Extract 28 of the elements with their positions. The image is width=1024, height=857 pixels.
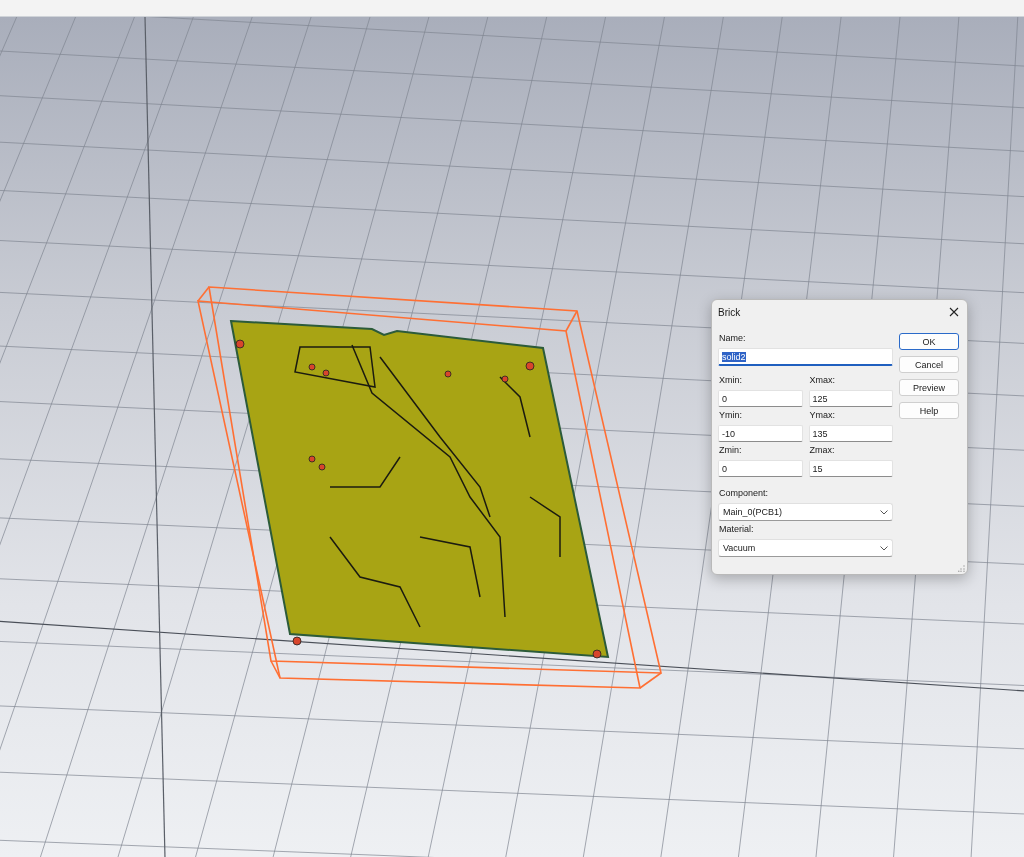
input-field[interactable]: 15 <box>808 460 893 477</box>
input-field[interactable]: -10 <box>718 425 803 442</box>
close-icon <box>949 307 959 317</box>
field-label: Ymax: <box>809 410 836 420</box>
dropdown[interactable]: Main_0(PCB1) <box>718 503 893 521</box>
dialog-title: Brick <box>718 306 741 318</box>
field-label: Ymin: <box>719 410 743 420</box>
field-label: Zmin: <box>719 445 743 455</box>
chevron-down-icon <box>880 509 888 515</box>
input-field[interactable]: solid2 <box>718 348 893 366</box>
input-field[interactable]: 125 <box>808 390 893 407</box>
field-label: Name: <box>719 333 747 343</box>
input-field[interactable]: 0 <box>718 460 803 477</box>
input-field[interactable]: 0 <box>718 390 803 407</box>
input-field[interactable]: 135 <box>808 425 893 442</box>
dialog-button[interactable]: Cancel <box>899 356 959 373</box>
field-label: Xmax: <box>809 375 836 385</box>
resize-grip-icon[interactable] <box>958 565 965 572</box>
field-label: Xmin: <box>719 375 743 385</box>
dialog-button[interactable]: Help <box>899 402 959 419</box>
field-label: Component: <box>719 488 770 498</box>
close-button[interactable] <box>947 305 961 319</box>
field-label: Material: <box>719 524 755 534</box>
dialog-button[interactable]: OK <box>899 333 959 350</box>
dialog-button[interactable]: Preview <box>899 379 959 396</box>
dropdown[interactable]: Vacuum <box>718 539 893 557</box>
field-label: Zmax: <box>809 445 836 455</box>
chevron-down-icon <box>880 545 888 551</box>
